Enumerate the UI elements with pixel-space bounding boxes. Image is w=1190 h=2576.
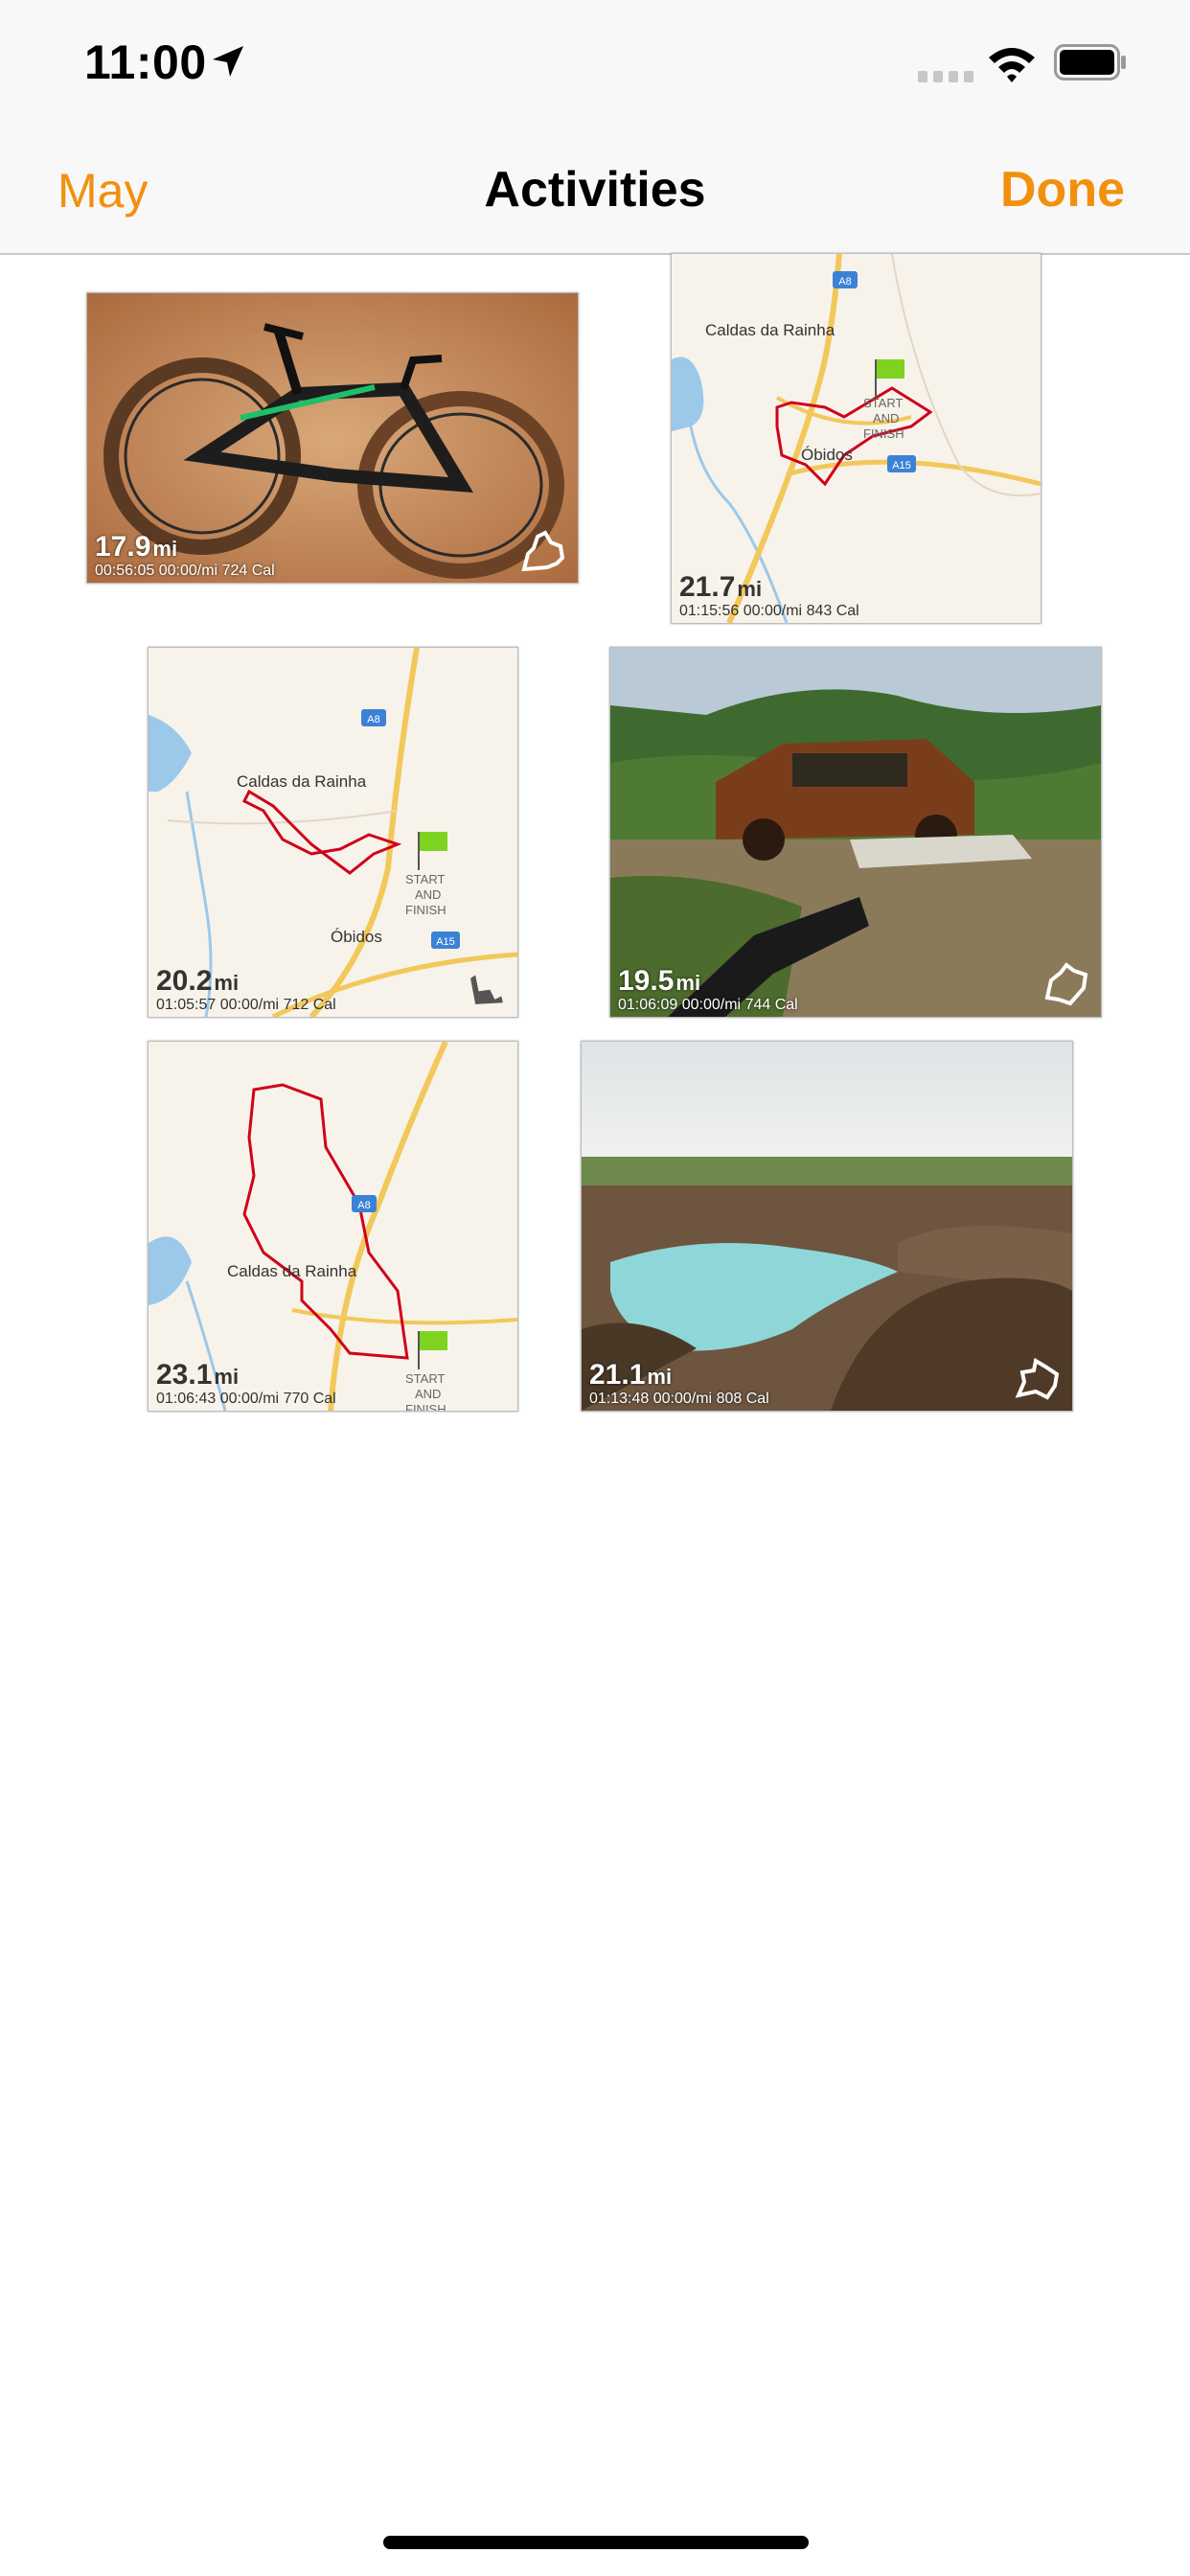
activity-distance: 21.7: [679, 571, 736, 603]
activity-pace: 00:00/mi: [219, 1391, 280, 1407]
activity-duration: 01:06:09: [618, 997, 678, 1013]
activity-calories: 770 Cal: [283, 1391, 336, 1407]
activity-pace: 00:00/mi: [681, 997, 742, 1013]
sport-map-icon: [1015, 1357, 1060, 1400]
activity-duration: 01:15:56: [679, 603, 740, 619]
sport-map-icon: [1044, 962, 1088, 1006]
activity-calories: 744 Cal: [744, 997, 798, 1013]
battery-icon: [1054, 44, 1126, 80]
activity-duration: 01:05:57: [156, 997, 217, 1013]
activity-tile[interactable]: A8 A15 Caldas da Rainha Óbidos START AND…: [671, 253, 1041, 624]
road-label-a15: A15: [892, 460, 911, 472]
activity-pace: 00:00/mi: [158, 563, 218, 579]
activity-distance: 20.2: [156, 965, 213, 997]
activity-stats: 21.7mi 01:15:56 00:00/mi 843 Cal: [679, 573, 859, 619]
start-label: START: [863, 396, 903, 410]
home-indicator[interactable]: [383, 2536, 809, 2549]
distance-unit: mi: [214, 1365, 240, 1389]
activity-photo: [582, 1042, 1072, 1411]
distance-unit: mi: [152, 537, 178, 561]
activity-calories: 808 Cal: [716, 1391, 769, 1407]
activity-pace: 00:00/mi: [652, 1391, 713, 1407]
activity-tile[interactable]: A8 A15 Caldas da Rainha Óbidos START AND…: [148, 647, 518, 1018]
activity-distance: 19.5: [618, 965, 675, 997]
location-arrow-icon: [213, 46, 243, 77]
activity-calories: 724 Cal: [221, 563, 275, 579]
start-label: START: [405, 872, 445, 886]
cellular-signal-icon: [918, 71, 973, 82]
activity-photo: [610, 648, 1101, 1017]
distance-unit: mi: [647, 1365, 673, 1389]
and-label: AND: [873, 411, 899, 426]
activity-duration: 01:06:43: [156, 1391, 217, 1407]
and-label: AND: [415, 887, 441, 902]
finish-label: FINISH: [405, 1402, 446, 1411]
start-label: START: [405, 1371, 445, 1386]
done-button[interactable]: Done: [1000, 161, 1125, 218]
activity-tile[interactable]: 21.1mi 01:13:48 00:00/mi 808 Cal: [581, 1041, 1073, 1412]
road-label-a8: A8: [838, 276, 851, 288]
activity-stats: 23.1mi 01:06:43 00:00/mi 770 Cal: [156, 1361, 336, 1407]
map-town-label: Óbidos: [331, 928, 382, 946]
map-town-label: Óbidos: [801, 446, 853, 464]
activity-distance: 23.1: [156, 1359, 213, 1391]
status-time: 11:00: [84, 35, 207, 89]
activity-tile[interactable]: 19.5mi 01:06:09 00:00/mi 744 Cal: [609, 647, 1102, 1018]
top-bar: 11:00 May Activities Done: [0, 0, 1190, 255]
activity-stats: 19.5mi 01:06:09 00:00/mi 744 Cal: [618, 967, 798, 1013]
road-label-a15: A15: [436, 936, 455, 948]
distance-unit: mi: [214, 971, 240, 995]
activity-distance: 17.9: [95, 531, 151, 563]
activity-duration: 00:56:05: [95, 563, 155, 579]
activity-pace: 00:00/mi: [743, 603, 803, 619]
activity-pace: 00:00/mi: [219, 997, 280, 1013]
distance-unit: mi: [737, 577, 763, 601]
route-map: A8 A15 Caldas da Rainha Óbidos START AND…: [672, 254, 1041, 623]
wifi-icon: [989, 48, 1035, 82]
distance-unit: mi: [675, 971, 701, 995]
sport-map-icon: [521, 530, 565, 572]
activity-distance: 21.1: [589, 1359, 646, 1391]
activity-stats: 20.2mi 01:05:57 00:00/mi 712 Cal: [156, 967, 336, 1013]
activity-calories: 712 Cal: [283, 997, 336, 1013]
and-label: AND: [415, 1387, 441, 1401]
map-town-label: Caldas da Rainha: [227, 1262, 357, 1280]
activity-stats: 17.9mi 00:56:05 00:00/mi 724 Cal: [95, 533, 275, 579]
activity-stats: 21.1mi 01:13:48 00:00/mi 808 Cal: [589, 1361, 769, 1407]
activity-tile[interactable]: 17.9mi 00:56:05 00:00/mi 724 Cal: [86, 292, 579, 584]
map-town-label: Caldas da Rainha: [237, 772, 367, 791]
road-label-a8: A8: [367, 714, 379, 725]
route-map: A8 A15 Caldas da Rainha Óbidos START AND…: [149, 648, 517, 1017]
road-label-a8: A8: [357, 1200, 370, 1211]
sport-map-icon: [470, 975, 503, 1004]
finish-label: FINISH: [405, 903, 446, 917]
activity-duration: 01:13:48: [589, 1391, 650, 1407]
activity-tile[interactable]: A8 Caldas da Rainha START AND FINISH 23.…: [148, 1041, 518, 1412]
finish-label: FINISH: [863, 426, 904, 441]
activity-calories: 843 Cal: [806, 603, 859, 619]
map-town-label: Caldas da Rainha: [705, 321, 835, 339]
route-map: A8 Caldas da Rainha START AND FINISH: [149, 1042, 517, 1411]
